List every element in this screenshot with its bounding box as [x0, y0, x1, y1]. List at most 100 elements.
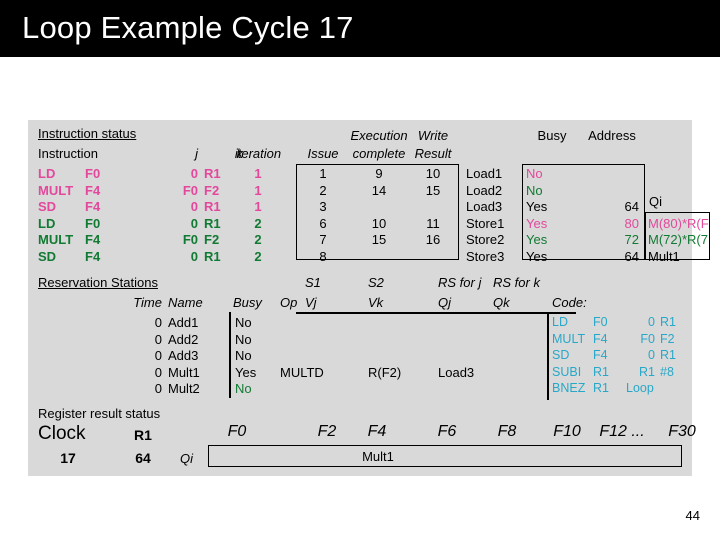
register-result-box: Mult1 — [208, 445, 682, 467]
memory-unit-qi: M(80)*R(F — [648, 216, 709, 231]
instruction-issue: 2 — [319, 183, 327, 198]
memory-unit-address: 72 — [624, 232, 639, 247]
rs-name: Mult2 — [168, 381, 200, 396]
r1-label: R1 — [134, 427, 152, 443]
clock-label: Clock — [38, 423, 86, 444]
register-header-F8: F8 — [497, 423, 517, 440]
memory-unit-name: Load3 — [466, 199, 503, 214]
instruction-dest: F4 — [85, 249, 101, 264]
instruction-write-result: 11 — [426, 216, 440, 231]
instruction-issue: 3 — [319, 199, 327, 214]
code-operand-c: #8 — [660, 365, 674, 379]
register-result-status-label: Register result status — [38, 406, 161, 421]
memory-unit-name: Store1 — [466, 216, 505, 231]
column-header-time: Time — [133, 295, 162, 310]
column-header-busy: Busy — [537, 128, 567, 143]
instruction-issue: 7 — [319, 232, 327, 247]
instruction-iteration: 2 — [254, 249, 262, 264]
instruction-issue: 8 — [319, 249, 327, 264]
rs-time: 0 — [154, 315, 162, 330]
instruction-dest: F4 — [85, 199, 101, 214]
code-operand-c: R1 — [660, 315, 676, 329]
instruction-write-result: 16 — [425, 232, 441, 247]
instruction-iteration: 1 — [254, 183, 262, 198]
rs-vk: R(F2) — [368, 365, 402, 380]
instruction-j: 0 — [190, 199, 198, 214]
reservation-busy-divider — [229, 312, 231, 398]
instruction-exec-complete: 10 — [371, 216, 387, 231]
code-operand-a: R1 — [593, 381, 609, 395]
rs-op: MULTD — [280, 365, 324, 380]
memory-unit-name: Load1 — [466, 166, 503, 181]
code-operand-c: F2 — [660, 332, 675, 346]
code-op: MULT — [552, 332, 586, 346]
rs-time: 0 — [154, 381, 162, 396]
instruction-dest: F4 — [85, 183, 101, 198]
code-operand-b: 0 — [648, 315, 655, 329]
rs-name: Add2 — [168, 332, 199, 347]
register-header-F0: F0 — [227, 423, 247, 440]
column-header-s1: S1 — [305, 275, 321, 290]
rs-busy: No — [235, 315, 252, 330]
rs-time: 0 — [154, 365, 162, 380]
code-operand-b: 0 — [648, 348, 655, 362]
register-header-F12: F12 ... — [599, 423, 645, 440]
instruction-issue: 6 — [319, 216, 327, 231]
column-header-name: Name — [168, 295, 203, 310]
register-header-F10: F10 — [553, 423, 581, 440]
column-header-vk: Vk — [368, 295, 384, 310]
memory-unit-busy: No — [526, 183, 543, 198]
instruction-op: SD — [38, 199, 57, 214]
instruction-j: 0 — [190, 216, 198, 231]
memory-unit-name: Store3 — [466, 249, 505, 264]
instruction-j: F0 — [182, 232, 198, 247]
memory-unit-qi: M(72)*R(7 — [648, 232, 708, 247]
column-header-address: Address — [588, 128, 636, 143]
code-label: Code: — [552, 295, 587, 310]
memory-unit-busy: Yes — [526, 249, 548, 264]
column-header-qi-store: Qi — [649, 194, 662, 209]
code-operand-c: R1 — [660, 348, 676, 362]
qi-label: Qi — [180, 451, 193, 466]
column-header-execution-complete: complete — [352, 146, 406, 161]
instruction-status-label: Instruction status — [38, 126, 137, 141]
memory-unit-qi: Mult1 — [648, 249, 680, 264]
memory-unit-address: 64 — [624, 249, 639, 264]
rs-busy: No — [235, 348, 252, 363]
register-header-F6: F6 — [437, 423, 457, 440]
memory-unit-busy: Yes — [526, 199, 548, 214]
column-header-iteration: iteration — [234, 146, 282, 161]
instruction-dest: F0 — [85, 166, 101, 181]
instruction-issue: 1 — [319, 166, 327, 181]
page-title: Loop Example Cycle 17 — [22, 10, 354, 45]
r1-value: 64 — [135, 450, 151, 466]
column-header-issue: Issue — [307, 146, 339, 161]
code-operand-b: R1 — [639, 365, 655, 379]
column-header-busy-rs: Busy — [233, 295, 262, 310]
memory-unit-name: Load2 — [466, 183, 503, 198]
code-operand-a: F4 — [593, 332, 608, 346]
instruction-j: 0 — [190, 166, 198, 181]
memory-unit-busy: Yes — [526, 232, 548, 247]
memory-unit-busy: No — [526, 166, 543, 181]
code-operand-b: Loop — [626, 381, 654, 395]
instruction-j: F0 — [182, 183, 198, 198]
memory-unit-address: 64 — [624, 199, 639, 214]
instruction-write-result: 15 — [425, 183, 441, 198]
clock-value: 17 — [60, 450, 76, 466]
page-number: 44 — [685, 508, 700, 523]
instruction-dest: F4 — [85, 232, 101, 247]
rs-busy: No — [235, 381, 252, 396]
tomasulo-simulation-panel: Instruction status Instruction j k itera… — [28, 120, 710, 476]
memory-unit-busy: Yes — [526, 216, 548, 231]
instruction-write-result: 10 — [425, 166, 441, 181]
rs-busy: Yes — [235, 365, 257, 380]
rs-time: 0 — [154, 348, 162, 363]
rs-busy: No — [235, 332, 252, 347]
instruction-op: MULT — [38, 232, 74, 247]
code-op: SD — [552, 348, 570, 362]
reservation-header-rule — [296, 312, 576, 314]
rs-name: Add1 — [168, 315, 199, 330]
column-header-qj: Qj — [438, 295, 451, 310]
column-header-op: Op — [280, 295, 298, 310]
